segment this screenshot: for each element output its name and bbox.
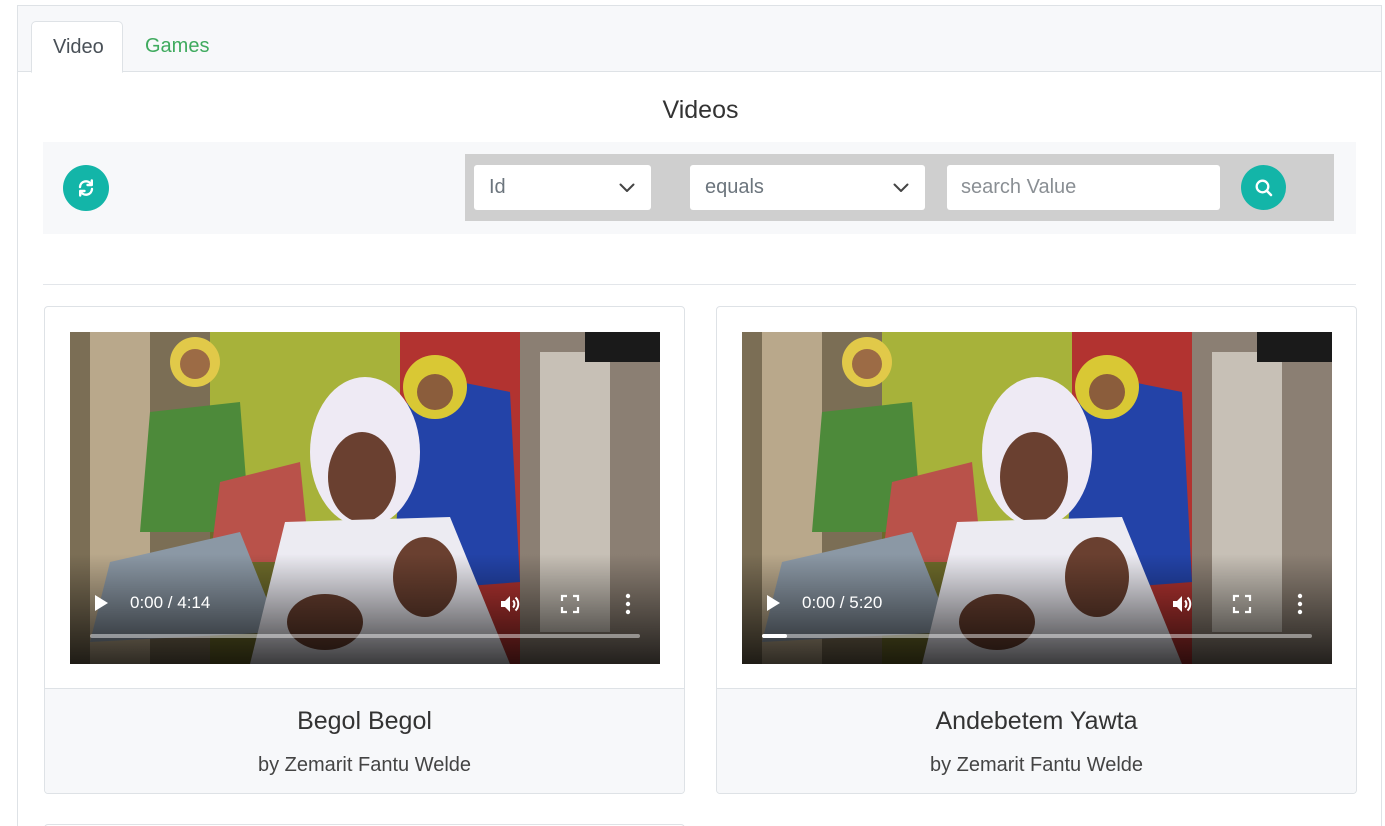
search-icon bbox=[1255, 179, 1272, 196]
card-footer: Andebetem Yawta by Zemarit Fantu Welde bbox=[717, 688, 1356, 793]
search-button[interactable] bbox=[1241, 165, 1286, 210]
fullscreen-icon[interactable] bbox=[1232, 594, 1252, 614]
card-footer: Begol Begol by Zemarit Fantu Welde bbox=[45, 688, 684, 793]
tab-games[interactable]: Games bbox=[124, 21, 230, 72]
chevron-down-icon bbox=[619, 165, 635, 210]
filter-toolbar: Id equals bbox=[43, 142, 1356, 234]
refresh-button[interactable] bbox=[63, 165, 109, 211]
progress-fill bbox=[762, 634, 787, 638]
play-icon[interactable] bbox=[90, 592, 112, 614]
video-card: 0:00 / 4:14 Begol Begol by Zemarit Fantu… bbox=[44, 306, 685, 794]
operator-select-value: equals bbox=[705, 176, 764, 198]
video-player[interactable]: 0:00 / 4:14 bbox=[70, 332, 660, 664]
filter-box: Id equals bbox=[465, 154, 1334, 221]
search-input[interactable] bbox=[947, 165, 1220, 210]
progress-bar[interactable] bbox=[90, 634, 640, 638]
video-title: Andebetem Yawta bbox=[935, 707, 1138, 735]
tab-bar: Video Games bbox=[18, 6, 1381, 73]
operator-select[interactable]: equals bbox=[690, 165, 925, 210]
volume-icon[interactable] bbox=[1170, 592, 1194, 616]
chevron-down-icon bbox=[893, 165, 909, 210]
page-title: Videos bbox=[662, 96, 739, 124]
main-panel: Video Games Videos Id equals search Valu… bbox=[17, 5, 1382, 826]
video-title: Begol Begol bbox=[297, 707, 432, 735]
play-icon[interactable] bbox=[762, 592, 784, 614]
volume-icon[interactable] bbox=[498, 592, 522, 616]
field-select-value: Id bbox=[489, 176, 506, 198]
video-card: 0:00 / 5:20 Andebetem Yawta by Zemarit F… bbox=[716, 306, 1357, 794]
progress-bar[interactable] bbox=[762, 634, 1312, 638]
tab-video[interactable]: Video bbox=[31, 21, 123, 73]
more-options-icon[interactable] bbox=[623, 592, 633, 616]
video-player[interactable]: 0:00 / 5:20 bbox=[742, 332, 1332, 664]
fullscreen-icon[interactable] bbox=[560, 594, 580, 614]
video-artist: by Zemarit Fantu Welde bbox=[257, 754, 472, 776]
video-artist: by Zemarit Fantu Welde bbox=[929, 754, 1144, 776]
refresh-icon bbox=[78, 179, 94, 197]
time-display: 0:00 / 5:20 bbox=[802, 593, 883, 612]
more-options-icon[interactable] bbox=[1295, 592, 1305, 616]
field-select[interactable]: Id bbox=[474, 165, 651, 210]
divider bbox=[43, 284, 1356, 285]
time-display: 0:00 / 4:14 bbox=[130, 593, 211, 612]
